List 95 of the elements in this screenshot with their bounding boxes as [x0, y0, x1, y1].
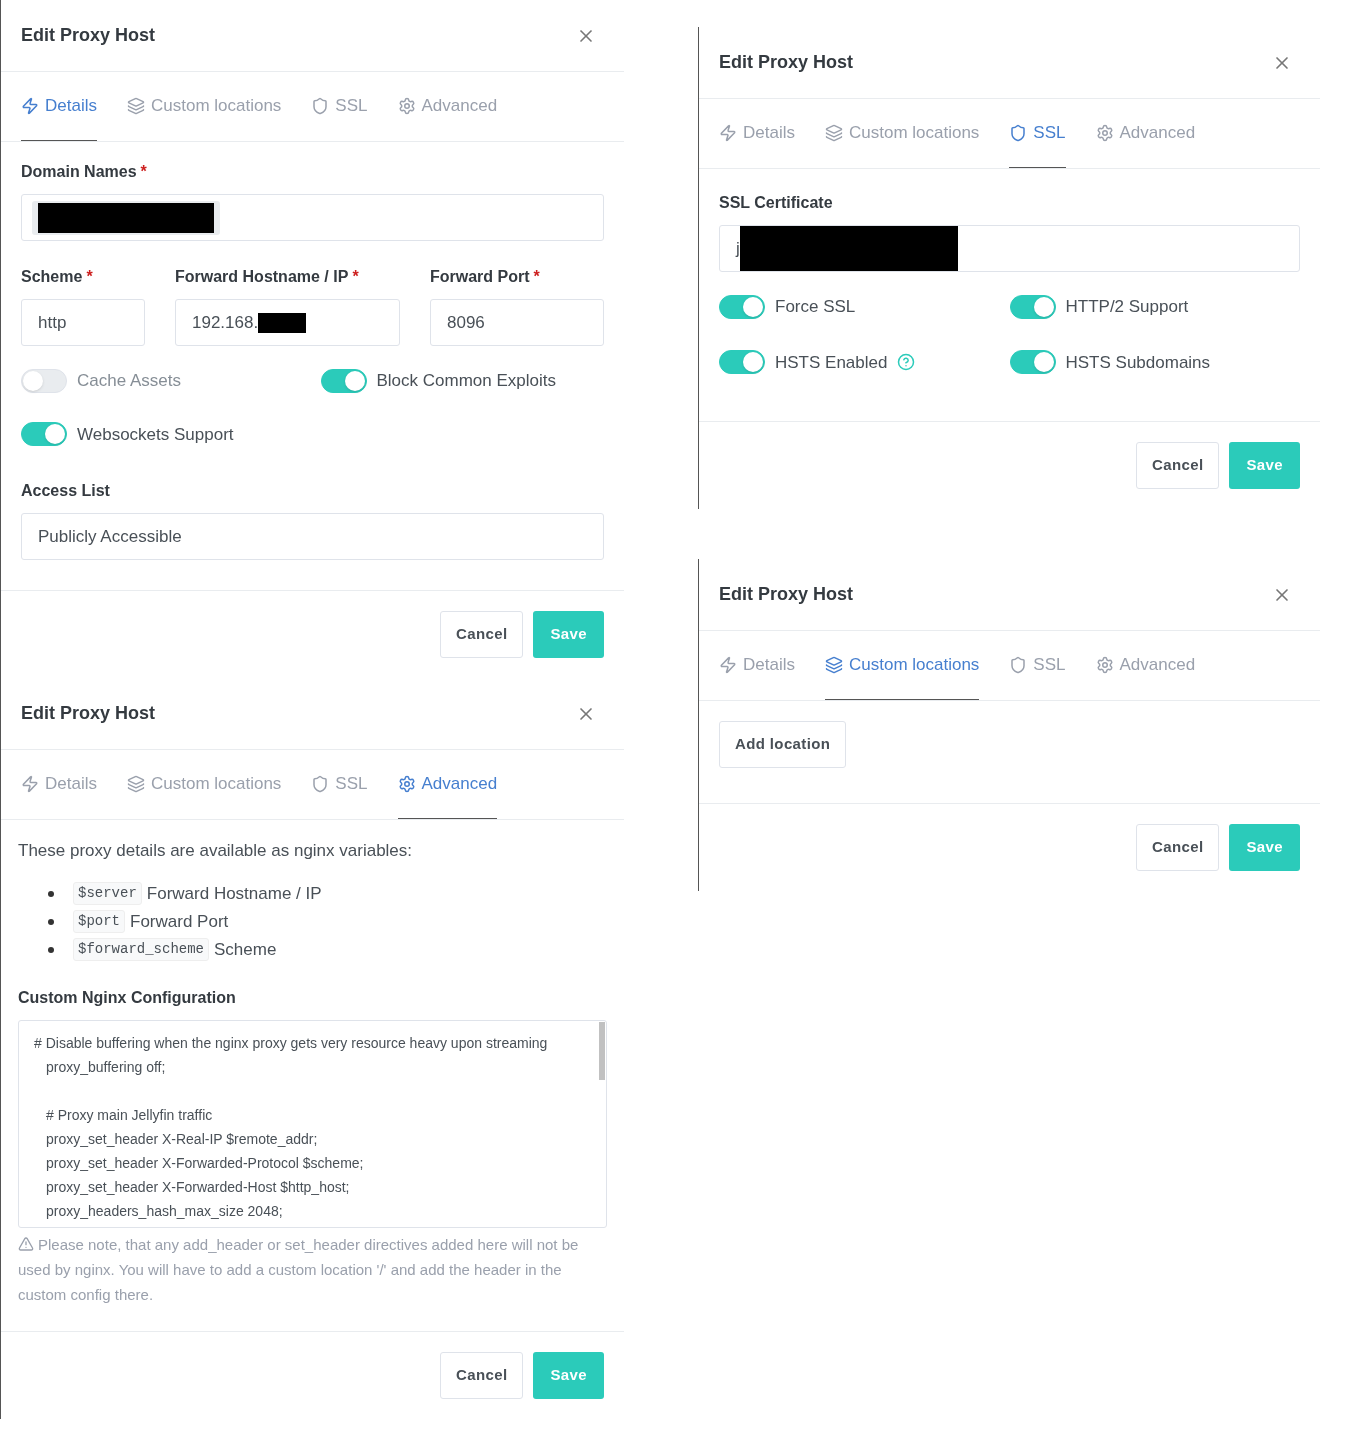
- tab[interactable]: Details: [719, 99, 795, 168]
- tab[interactable]: Details: [719, 631, 795, 700]
- lightning-icon: [21, 97, 39, 115]
- warning-note: Please note, that any add_header or set_header directives added here will not be used by nginx. You will have to add a custom location '/' and add the header in the custom config there.: [18, 1234, 580, 1305]
- save-button[interactable]: Save: [1229, 824, 1300, 871]
- scrollbar[interactable]: [599, 1021, 605, 1080]
- tab[interactable]: Custom locations: [824, 631, 980, 700]
- toggle-label: HTTP/2 Support: [1065, 296, 1189, 318]
- required-asterisk: *: [533, 267, 540, 287]
- tab[interactable]: Custom locations: [126, 72, 282, 141]
- cancel-button[interactable]: Cancel: [440, 611, 524, 658]
- toggle-label: HSTS Enabled: [775, 351, 888, 374]
- cancel-button[interactable]: Cancel: [1136, 824, 1220, 871]
- field-label: Custom Nginx Configuration: [18, 987, 236, 1008]
- tab[interactable]: Advanced: [1095, 99, 1196, 168]
- variable-description: Forward Port: [130, 910, 229, 933]
- shield-icon: [311, 97, 330, 115]
- settings-icon: [1095, 124, 1114, 142]
- lightning-icon: [21, 775, 39, 793]
- required-asterisk: *: [140, 162, 147, 182]
- redaction-bar: [258, 312, 307, 333]
- dialog-title: Edit Proxy Host: [719, 583, 854, 606]
- variable-description: Forward Hostname / IP: [146, 882, 322, 905]
- toggle-label: Websockets Support: [77, 423, 234, 446]
- help-icon[interactable]: [897, 353, 916, 372]
- tab[interactable]: Details: [21, 72, 97, 141]
- toggle-label: Force SSL: [775, 296, 856, 318]
- settings-icon: [1095, 656, 1114, 674]
- code-line: proxy_buffering off;: [45, 1057, 167, 1077]
- tab[interactable]: SSL: [1009, 631, 1066, 700]
- intro-text: These proxy details are available as nginx variables:: [18, 840, 414, 862]
- field-label: Scheme: [21, 267, 83, 287]
- variable-description: Scheme: [214, 938, 277, 961]
- toggle-switch[interactable]: [719, 350, 765, 375]
- toggle-switch[interactable]: [719, 294, 765, 319]
- tab[interactable]: Custom locations: [126, 750, 282, 819]
- toggle-switch[interactable]: [1009, 294, 1056, 319]
- save-button[interactable]: Save: [1229, 442, 1300, 489]
- code-line: proxy_set_header X-Real-IP $remote_addr;: [45, 1129, 319, 1149]
- text-field[interactable]: 192.168.: [175, 299, 400, 346]
- layers-icon: [126, 775, 145, 793]
- save-button[interactable]: Save: [533, 611, 604, 658]
- layers-icon: [824, 656, 843, 674]
- field-label: Access List: [21, 481, 110, 501]
- toggle-switch[interactable]: [1009, 350, 1056, 375]
- code-line: # Disable buffering when the nginx proxy gets very resource heavy upon streaming: [34, 1033, 549, 1053]
- text-field[interactable]: http: [21, 299, 145, 346]
- toggle-switch[interactable]: [320, 368, 367, 393]
- save-button[interactable]: Save: [533, 1351, 604, 1399]
- toggle-label: Block Common Exploits: [376, 370, 556, 392]
- certificate-select[interactable]: j: [719, 225, 1300, 272]
- shield-icon: [1009, 656, 1028, 674]
- cancel-button[interactable]: Cancel: [440, 1351, 524, 1399]
- tab[interactable]: SSL: [1009, 99, 1066, 168]
- toggle-label: HSTS Subdomains: [1065, 351, 1211, 374]
- layers-icon: [126, 97, 145, 115]
- lightning-icon: [719, 124, 737, 142]
- toggle-label: Cache Assets: [77, 370, 181, 392]
- cancel-button[interactable]: Cancel: [1136, 442, 1220, 489]
- shield-icon: [311, 775, 330, 793]
- dialog-title: Edit Proxy Host: [719, 51, 854, 74]
- settings-icon: [397, 775, 416, 793]
- dialog-title: Edit Proxy Host: [21, 702, 156, 725]
- layers-icon: [824, 124, 843, 142]
- code-line: # Proxy main Jellyfin traffic: [45, 1105, 214, 1125]
- variable-code: $forward_scheme: [73, 938, 210, 961]
- field-label: Domain Names: [21, 162, 137, 182]
- tab[interactable]: SSL: [311, 72, 368, 141]
- code-line: proxy_headers_hash_max_size 2048;: [45, 1201, 284, 1221]
- field-label: Forward Hostname / IP: [175, 267, 349, 287]
- warning-icon: [18, 1235, 34, 1252]
- dialog-title: Edit Proxy Host: [21, 24, 156, 47]
- access-list-select[interactable]: Publicly Accessible: [21, 513, 604, 560]
- settings-icon: [397, 97, 416, 115]
- tab[interactable]: Details: [21, 750, 97, 819]
- tab[interactable]: SSL: [311, 750, 368, 819]
- field-label: Forward Port: [430, 267, 530, 287]
- tab[interactable]: Custom locations: [824, 99, 980, 168]
- field-label: SSL Certificate: [719, 193, 833, 213]
- tab[interactable]: Advanced: [1095, 631, 1196, 700]
- required-asterisk: *: [86, 267, 93, 287]
- lightning-icon: [719, 656, 737, 674]
- text-field[interactable]: 8096: [430, 299, 604, 346]
- variable-code: $server: [73, 882, 142, 905]
- variable-code: $port: [73, 910, 125, 933]
- required-asterisk: *: [352, 267, 359, 287]
- add-location-button[interactable]: Add location: [719, 721, 847, 768]
- shield-icon: [1009, 124, 1028, 142]
- code-line: proxy_set_header X-Forwarded-Protocol $scheme;: [45, 1153, 365, 1173]
- tab[interactable]: Advanced: [397, 750, 498, 819]
- code-line: proxy_set_header X-Forwarded-Host $http_host;: [45, 1177, 351, 1197]
- tab[interactable]: Advanced: [397, 72, 498, 141]
- toggle-switch[interactable]: [21, 422, 67, 447]
- domain-names-field[interactable]: [21, 194, 604, 241]
- code-field[interactable]: [18, 1019, 607, 1228]
